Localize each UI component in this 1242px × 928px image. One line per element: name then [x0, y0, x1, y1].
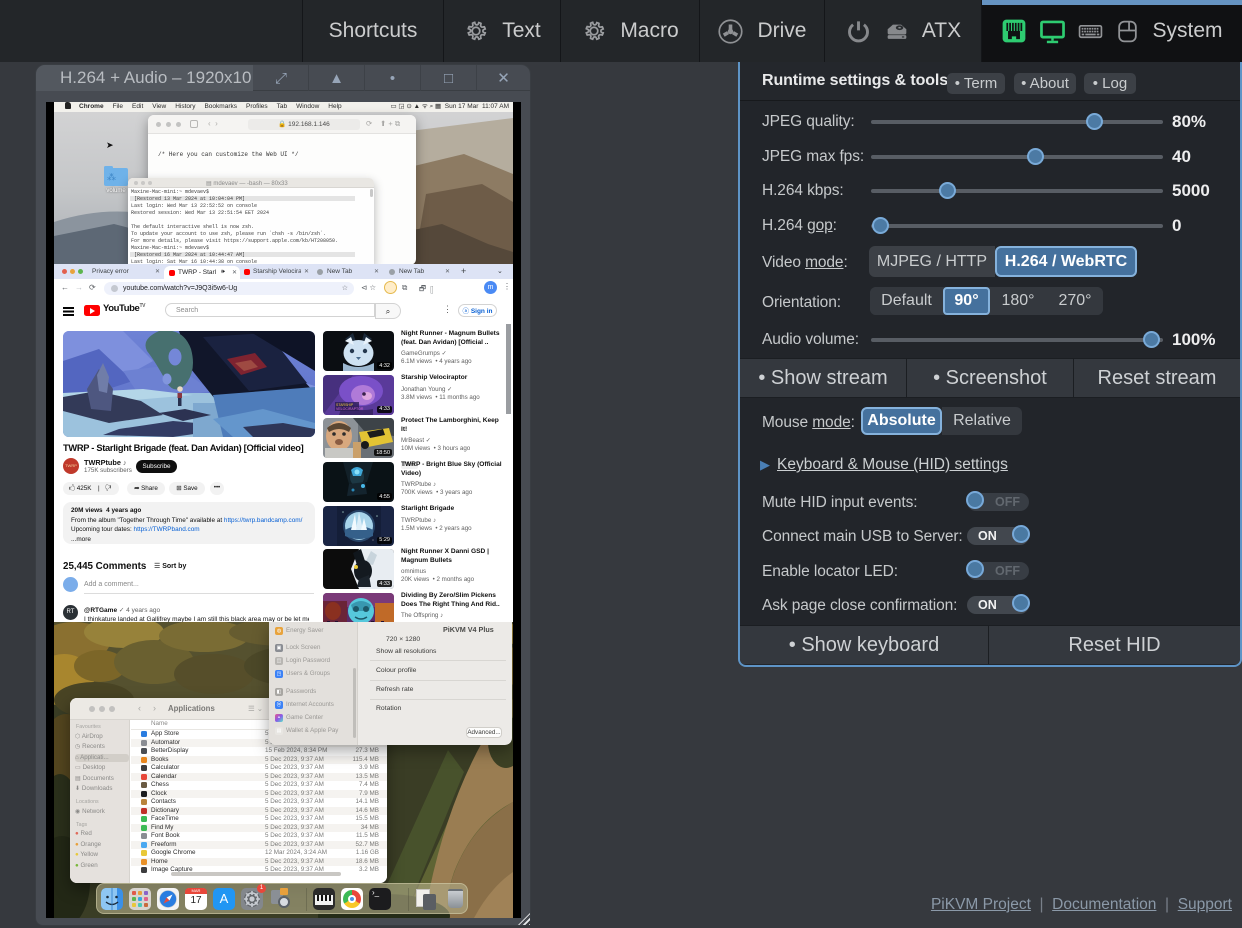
svg-text:VELOCIRAPTOR: VELOCIRAPTOR: [336, 407, 364, 411]
